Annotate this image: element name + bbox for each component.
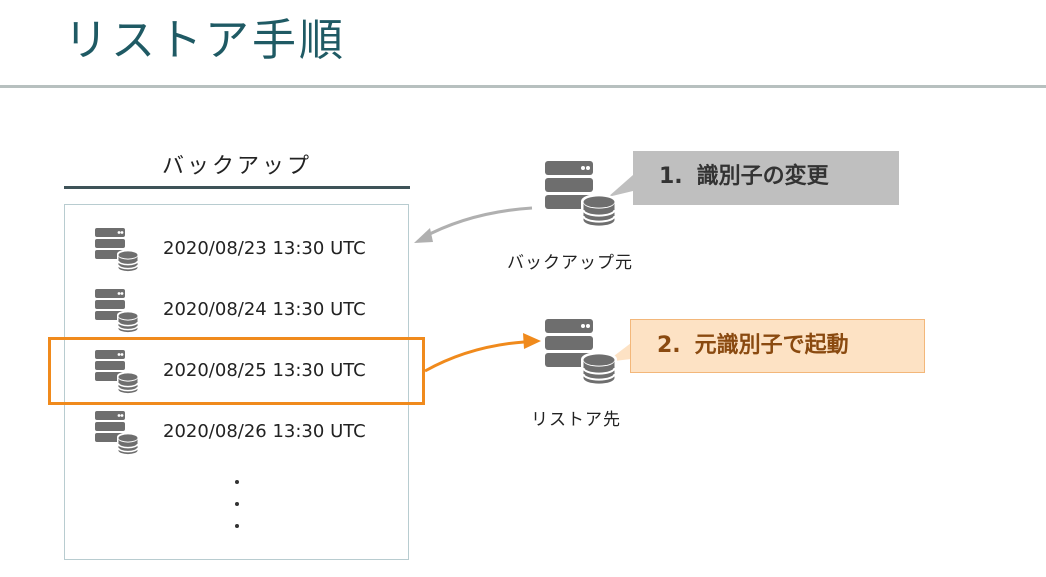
- step-2-callout: 2. 元識別子で起動: [630, 319, 925, 373]
- arrowhead-orange: [523, 333, 541, 349]
- server-database-icon: [545, 319, 621, 385]
- step-1-callout: 1. 識別子の変更: [633, 151, 899, 205]
- arrowhead-gray: [414, 228, 433, 243]
- source-node-label: バックアップ元: [507, 253, 633, 273]
- restore-arrow-backup-to-target: [424, 340, 525, 373]
- connector-arrows: [414, 175, 633, 373]
- restore-arrow-source-to-backup: [421, 206, 533, 240]
- step-2-text: 元識別子で起動: [694, 333, 849, 358]
- target-node-label: リストア先: [531, 410, 621, 430]
- step-1-number: 1.: [659, 164, 683, 189]
- server-database-icon: [545, 161, 621, 227]
- step-1-text: 識別子の変更: [696, 164, 829, 189]
- step-2-number: 2.: [657, 333, 681, 358]
